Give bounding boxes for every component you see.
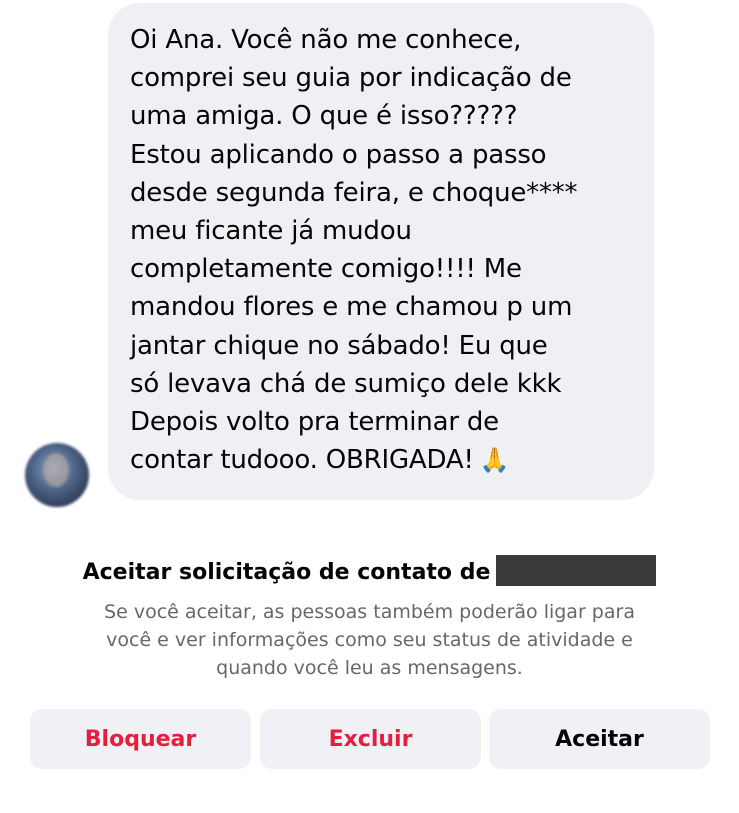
sender-avatar[interactable] [25,443,89,507]
redacted-name-block [496,554,657,586]
block-button[interactable]: Bloquear [30,709,251,769]
request-title: Aceitar solicitação de contato de [0,554,739,586]
message-bubble: Oi Ana. Você não me conhece, comprei seu… [108,3,654,500]
message-line: comprei seu guia por indicação de [130,63,572,94]
request-description: Se você aceitar, as pessoas também poder… [30,598,709,682]
message-line: jantar chique no sábado! Eu que [130,330,548,361]
message-line: mandou flores e me chamou p um [130,292,573,323]
message-line: só levava chá de sumiço dele kkk [130,368,562,399]
description-line: Se você aceitar, as pessoas também poder… [104,601,635,623]
message-line: Estou aplicando o passo a passo [130,139,547,170]
delete-button[interactable]: Excluir [260,709,481,769]
message-line: Oi Ana. Você não me conhece, [130,25,522,55]
message-line: meu ficante já mudou [130,216,412,247]
description-line: quando você leu as mensagens. [216,657,523,679]
description-line: você e ver informações como seu status d… [106,629,633,651]
folded-hands-icon: 🙏 [479,446,510,475]
message-line: Depois volto pra terminar de [130,407,499,438]
message-line: uma amiga. O que é isso????? [130,101,518,132]
message-line-last: contar tudooo. OBRIGADA! 🙏 [130,441,632,479]
request-title-text: Aceitar solicitação de contato de [82,560,491,585]
message-line: desde segunda feira, e choque**** [130,177,578,208]
message-request-screen: Oi Ana. Você não me conhece, comprei seu… [0,0,739,813]
accept-button[interactable]: Aceitar [489,709,710,769]
message-line-text: contar tudooo. OBRIGADA! [130,445,474,476]
message-line: completamente comigo!!!! Me [130,254,522,285]
